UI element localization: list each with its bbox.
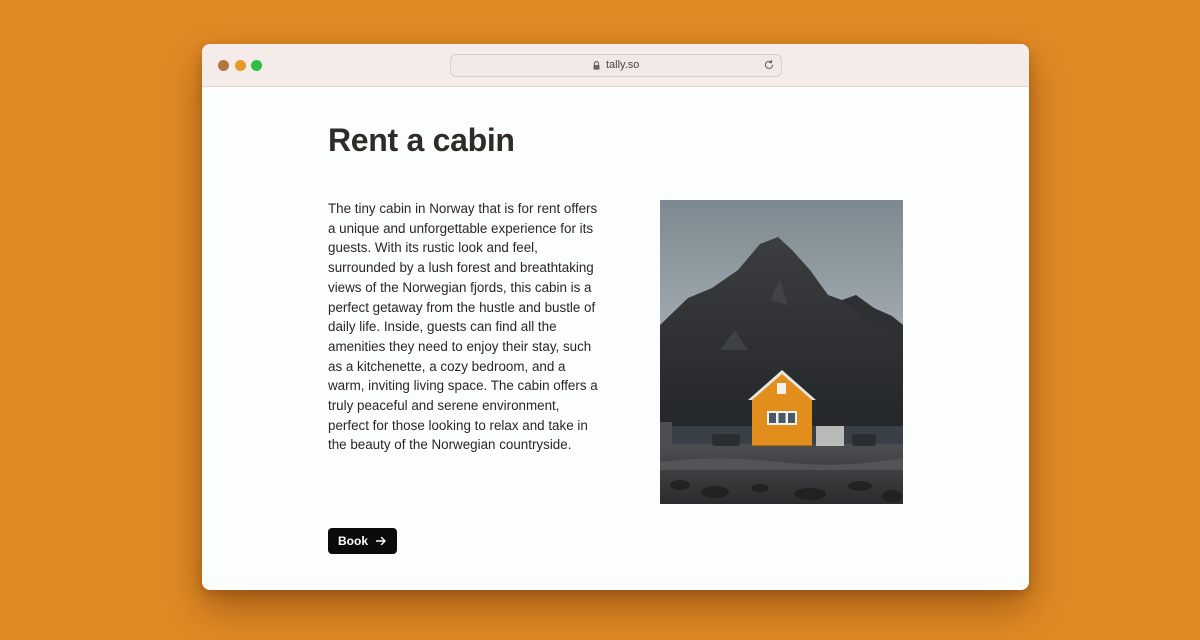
address-bar[interactable]: tally.so (450, 54, 782, 77)
page-title: Rent a cabin (328, 122, 515, 158)
close-window-button[interactable] (218, 60, 229, 71)
cabin-description: The tiny cabin in Norway that is for ren… (328, 201, 598, 453)
cabin-photo (660, 200, 903, 504)
book-button-label: Book (338, 534, 368, 548)
reload-icon[interactable] (763, 59, 775, 71)
maximize-window-button[interactable] (251, 60, 262, 71)
arrow-right-icon (375, 536, 386, 546)
url-text: tally.so (606, 59, 640, 71)
book-button[interactable]: Book (328, 528, 397, 554)
browser-window: tally.so Rent a cabin The tiny cabin in … (202, 44, 1029, 590)
browser-titlebar: tally.so (202, 44, 1029, 87)
lock-icon (593, 61, 600, 70)
minimize-window-button[interactable] (235, 60, 246, 71)
